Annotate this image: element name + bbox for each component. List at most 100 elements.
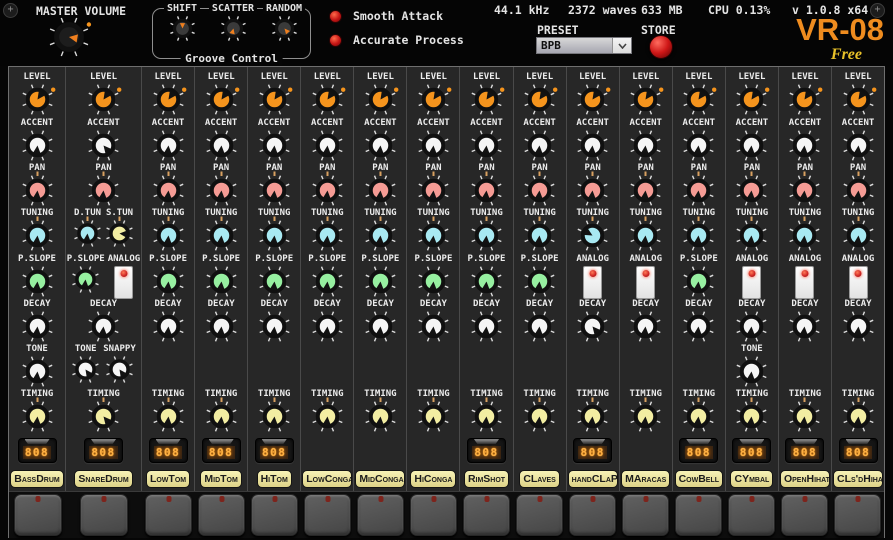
pan-knob[interactable]: [87, 174, 120, 207]
p-slope-knob[interactable]: [21, 265, 54, 298]
instrument-label[interactable]: CYmbal: [730, 470, 773, 488]
instrument-label[interactable]: LowTom: [146, 470, 190, 488]
seg-808-button[interactable]: 808: [573, 438, 612, 463]
analog-switch[interactable]: [795, 266, 814, 299]
random-knob[interactable]: [271, 14, 298, 42]
timing-knob[interactable]: [417, 400, 450, 433]
pan-knob[interactable]: [576, 174, 609, 207]
decay-knob[interactable]: [21, 310, 54, 343]
pan-knob[interactable]: [523, 174, 556, 207]
accent-knob[interactable]: [523, 129, 556, 162]
tuning-knob[interactable]: [311, 219, 344, 252]
tuning-knob[interactable]: [576, 219, 609, 252]
pan-knob[interactable]: [629, 174, 662, 207]
level-knob[interactable]: [576, 83, 609, 116]
level-knob[interactable]: [470, 83, 503, 116]
instrument-label[interactable]: HiConga: [410, 470, 456, 488]
drum-pad-9[interactable]: [463, 494, 510, 536]
level-knob[interactable]: [152, 83, 185, 116]
drum-pad-8[interactable]: [410, 494, 457, 536]
drum-pad-2[interactable]: [80, 494, 128, 536]
smooth-attack-toggle[interactable]: Smooth Attack: [329, 9, 443, 23]
accent-knob[interactable]: [364, 129, 397, 162]
pan-knob[interactable]: [842, 174, 875, 207]
pan-knob[interactable]: [258, 174, 291, 207]
timing-knob[interactable]: [364, 400, 397, 433]
accent-knob[interactable]: [788, 129, 821, 162]
timing-knob[interactable]: [842, 400, 875, 433]
pan-knob[interactable]: [21, 174, 54, 207]
pan-knob[interactable]: [417, 174, 450, 207]
instrument-label[interactable]: OpenHihat: [780, 470, 830, 488]
level-knob[interactable]: [682, 83, 715, 116]
timing-knob[interactable]: [205, 400, 238, 433]
analog-switch[interactable]: [114, 266, 133, 299]
pan-knob[interactable]: [205, 174, 238, 207]
pan-knob[interactable]: [470, 174, 503, 207]
timing-knob[interactable]: [258, 400, 291, 433]
drum-pad-1[interactable]: [14, 494, 62, 536]
tuning-knob[interactable]: [417, 219, 450, 252]
analog-switch[interactable]: [636, 266, 655, 299]
drum-pad-10[interactable]: [516, 494, 563, 536]
instrument-label[interactable]: LowConga: [302, 470, 352, 488]
s-tun-knob[interactable]: [105, 219, 134, 248]
instrument-label[interactable]: MidConga: [355, 470, 405, 488]
p-slope-knob[interactable]: [682, 265, 715, 298]
seg-808-button[interactable]: 808: [467, 438, 506, 463]
timing-knob[interactable]: [21, 400, 54, 433]
decay-knob[interactable]: [788, 310, 821, 343]
p-slope-knob[interactable]: [364, 265, 397, 298]
p-slope-knob[interactable]: [311, 265, 344, 298]
decay-knob[interactable]: [311, 310, 344, 343]
instrument-label[interactable]: CLs'dHihat: [833, 470, 883, 488]
tone-knob[interactable]: [21, 355, 54, 388]
drum-pad-15[interactable]: [781, 494, 828, 536]
instrument-label[interactable]: MAracas: [621, 470, 670, 488]
decay-knob[interactable]: [576, 310, 609, 343]
analog-switch[interactable]: [583, 266, 602, 299]
decay-knob[interactable]: [205, 310, 238, 343]
accent-knob[interactable]: [629, 129, 662, 162]
level-knob[interactable]: [258, 83, 291, 116]
drum-pad-14[interactable]: [728, 494, 775, 536]
level-knob[interactable]: [735, 83, 768, 116]
drum-pad-5[interactable]: [251, 494, 298, 536]
pan-knob[interactable]: [735, 174, 768, 207]
decay-knob[interactable]: [629, 310, 662, 343]
pan-knob[interactable]: [311, 174, 344, 207]
level-knob[interactable]: [788, 83, 821, 116]
drum-pad-3[interactable]: [145, 494, 192, 536]
tuning-knob[interactable]: [205, 219, 238, 252]
shift-knob[interactable]: [169, 14, 196, 42]
pan-knob[interactable]: [788, 174, 821, 207]
p-slope-knob[interactable]: [470, 265, 503, 298]
tone-knob[interactable]: [71, 355, 100, 384]
resize-plus-icon[interactable]: +: [3, 3, 18, 18]
timing-knob[interactable]: [735, 400, 768, 433]
level-knob[interactable]: [417, 83, 450, 116]
level-knob[interactable]: [21, 83, 54, 116]
tuning-knob[interactable]: [364, 219, 397, 252]
level-knob[interactable]: [311, 83, 344, 116]
decay-knob[interactable]: [682, 310, 715, 343]
p-slope-knob[interactable]: [205, 265, 238, 298]
tuning-knob[interactable]: [523, 219, 556, 252]
accent-knob[interactable]: [842, 129, 875, 162]
accent-knob[interactable]: [258, 129, 291, 162]
instrument-label[interactable]: BassDrum: [10, 470, 64, 488]
accent-knob[interactable]: [735, 129, 768, 162]
timing-knob[interactable]: [152, 400, 185, 433]
seg-808-button[interactable]: 808: [18, 438, 57, 463]
instrument-label[interactable]: MidTom: [200, 470, 241, 488]
decay-knob[interactable]: [735, 310, 768, 343]
snappy-knob[interactable]: [105, 355, 134, 384]
seg-808-button[interactable]: 808: [202, 438, 241, 463]
tuning-knob[interactable]: [258, 219, 291, 252]
decay-knob[interactable]: [842, 310, 875, 343]
timing-knob[interactable]: [523, 400, 556, 433]
accent-knob[interactable]: [417, 129, 450, 162]
decay-knob[interactable]: [364, 310, 397, 343]
accent-knob[interactable]: [205, 129, 238, 162]
drum-pad-12[interactable]: [622, 494, 669, 536]
